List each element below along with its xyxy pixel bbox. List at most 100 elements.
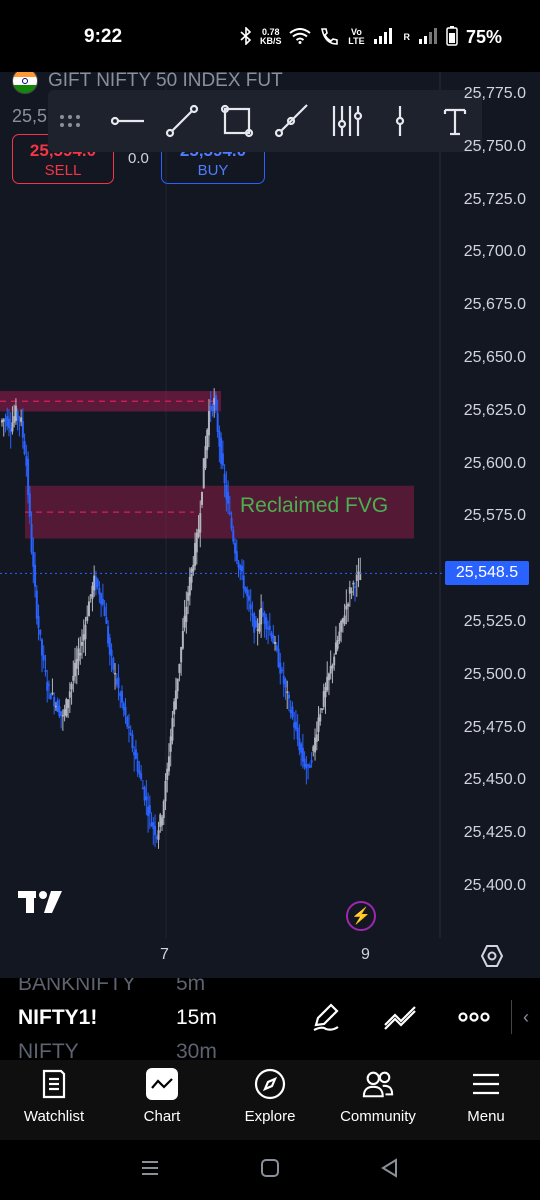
candle-body [49,694,52,700]
candle-body [281,669,283,672]
menu-icon [470,1068,502,1100]
candle-body [317,717,320,732]
picker-interval-selected[interactable]: 15m [176,1006,217,1030]
candle-body [211,405,214,411]
candle-body [60,711,63,716]
candle-body [220,437,223,464]
picker-interval-next[interactable]: 30m [176,1040,217,1060]
wifi-icon [289,27,312,47]
india-flag-icon [12,72,38,94]
candle-body [341,618,344,623]
candle-body [338,631,341,641]
symbol-name[interactable]: GIFT NIFTY 50 INDEX FUT [48,72,283,92]
candle-body [190,568,193,583]
candle-body [214,395,217,411]
candle-body [244,587,247,592]
candle-body [227,492,230,504]
drawing-toolbar[interactable] [48,90,482,152]
network-speed-unit: KB/S [259,36,282,46]
drawing-pen-icon[interactable] [289,996,363,1038]
nav-watchlist[interactable]: Watchlist [0,1060,108,1140]
candle-body [157,830,160,840]
candle-body [178,664,181,673]
collapse-arrow-icon[interactable]: ‹ [511,1000,540,1034]
candle-body [1,420,3,423]
indicators-icon[interactable] [363,996,437,1038]
picker-interval-prev[interactable]: 5m [176,978,205,996]
nav-chart-label: Chart [143,1108,181,1125]
candle-body [331,665,334,669]
candle-body [150,822,153,827]
home-icon[interactable] [260,1158,280,1183]
candle-body [124,706,127,715]
bluetooth-icon [240,25,252,48]
price-axis-label: 25,450.0 [463,771,526,789]
candle-body [345,605,348,610]
candle-body [37,616,40,628]
candle-body [294,721,297,730]
candle-body [119,692,122,696]
chart-settings-icon[interactable] [480,944,504,973]
nav-menu[interactable]: Menu [432,1060,540,1140]
candle-body [147,806,150,816]
candle-body [221,453,224,466]
horizontal-line-tool-icon[interactable] [101,96,156,146]
candle-body [159,814,162,827]
candlestick-chart[interactable] [0,72,540,978]
candle-body [117,677,120,689]
price-axis-label: 25,575.0 [463,507,526,525]
candle-body [18,417,21,421]
candle-body [249,604,252,610]
system-navigation-bar [0,1140,540,1200]
nav-explore[interactable]: Explore [216,1060,324,1140]
nav-chart[interactable]: Chart [108,1060,216,1140]
candle-body [289,709,292,713]
candle-body [206,429,209,451]
fvg-label: Reclaimed FVG [240,494,389,517]
nav-community[interactable]: Community [324,1060,432,1140]
recent-apps-icon[interactable] [140,1159,160,1182]
candle-body [126,716,129,727]
price-axis-label: 25,725.0 [463,190,526,208]
nav-watchlist-label: Watchlist [23,1108,85,1125]
trend-line-tool-icon[interactable] [155,96,210,146]
candle-body [333,656,336,666]
candle-body [121,691,123,703]
price-axis-label: 25,700.0 [463,243,526,261]
picker-symbol-next[interactable]: NIFTY [18,1040,79,1060]
chart-area[interactable]: GIFT NIFTY 50 INDEX FUT 25,5 25,594.0 SE… [0,72,540,978]
candle-body [296,727,299,740]
lightning-icon[interactable]: ⚡ [346,901,376,931]
candle-body [310,760,313,763]
status-icons: 0.78 KB/S Vo LTE R 75% [240,24,540,50]
candle-body [251,613,254,616]
candle-body [58,705,61,717]
candle-body [131,734,134,749]
candle-body [235,551,238,562]
candle-body [164,780,167,802]
more-options-icon[interactable] [437,996,511,1038]
fib-tool-icon[interactable] [319,96,374,146]
candle-body [256,629,259,631]
candle-body [284,679,287,688]
candle-body [267,627,270,630]
ray-tool-icon[interactable] [264,96,319,146]
back-icon[interactable] [380,1157,400,1183]
candle-body [357,571,360,575]
candle-body [359,574,362,580]
candle-body [134,749,137,759]
vertical-line-tool-icon[interactable] [373,96,428,146]
candle-body [56,700,59,713]
candle-body [89,594,92,597]
candle-body [72,675,75,681]
rectangle-tool-icon[interactable] [210,96,265,146]
picker-symbol-prev[interactable]: BANKNIFTY [18,978,136,996]
picker-symbol-selected[interactable]: NIFTY1! [18,1006,97,1030]
symbol-interval-picker[interactable]: BANKNIFTY 5m NIFTY1! 15m NIFTY 30m ‹ [0,978,540,1060]
candle-body [84,624,87,640]
candle-body [348,587,351,594]
drag-handle-icon[interactable] [48,115,101,127]
price-axis-label: 25,675.0 [463,296,526,314]
candle-body [133,751,136,756]
candle-body [321,708,323,710]
